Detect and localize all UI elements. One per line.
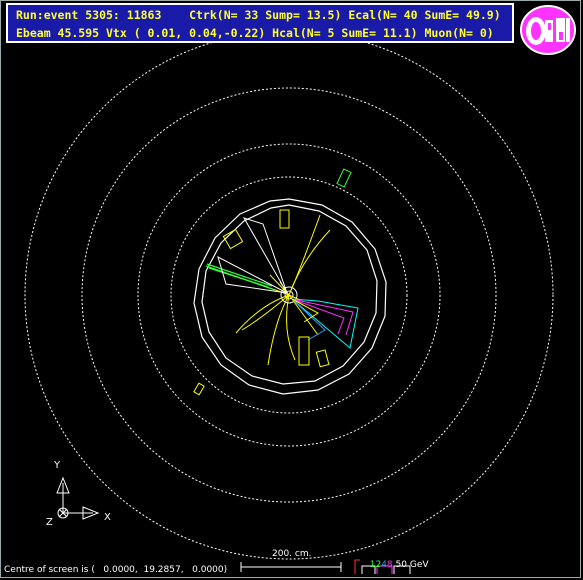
opal-logo [520,5,576,55]
ecal-cone-right [291,298,359,349]
energy-legend-value-3: 8 [386,560,393,570]
energy-legend-value-1: 12 [369,560,382,570]
x-axis-label: X [104,512,111,523]
hcal-blocks [336,168,352,188]
scale-bar [240,562,342,572]
event-info-panel: Run:event 5305: 11863 Ctrk(N= 33 Sump= 1… [6,3,514,43]
energy-legend: 1248 50 GeV [364,550,429,570]
event-info-line-2: Ebeam 45.595 Vtx ( 0.01, 0.04,-0.22) Hca… [16,26,494,40]
centre-of-screen-note: Centre of screen is ( 0.0000, 19.2857, 0… [4,565,228,575]
z-axis-label: Z [46,517,53,528]
scale-label: 200. cm. [272,549,312,559]
axis-indicator [56,476,100,520]
y-axis-label: Y [54,460,61,471]
event-info-line-1: Run:event 5305: 11863 Ctrk(N= 33 Sump= 1… [16,8,501,22]
event-display[interactable] [0,0,583,580]
energy-legend-unit: 50 GeV [395,560,429,570]
